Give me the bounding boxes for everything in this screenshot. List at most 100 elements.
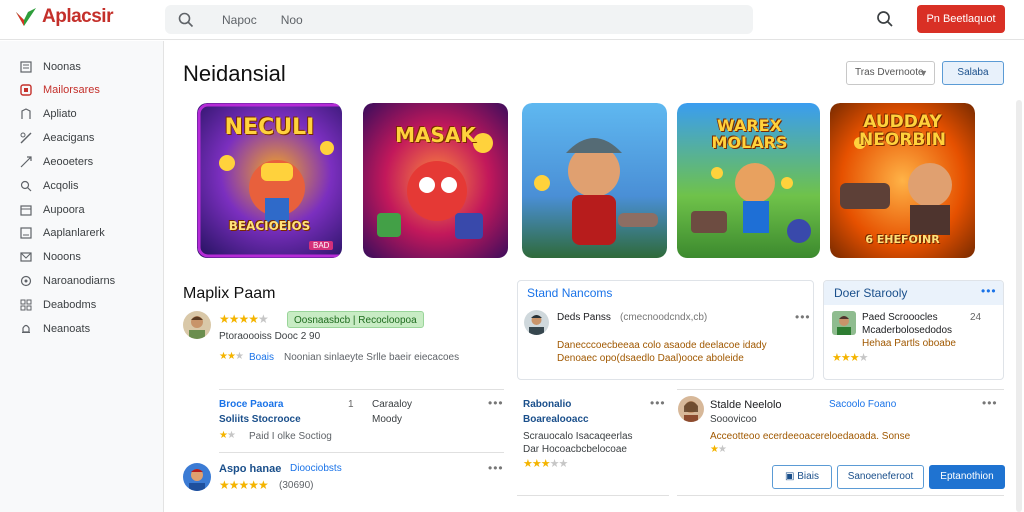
sidebar-item-4[interactable]: Aeooeters: [0, 151, 164, 173]
reviewer-name[interactable]: Aspo hanae: [219, 463, 281, 475]
section-title: Maplix Paam: [183, 285, 276, 302]
search-icon[interactable]: [876, 10, 894, 28]
review-text: Denoaec opo(dsaedlo Daal)ooce aboleide: [557, 353, 744, 364]
review-text: Noonian sinlaeyte Srlle baeir eiecacoes: [284, 352, 460, 363]
more-icon[interactable]: •••: [981, 284, 997, 298]
app-logo[interactable]: Aplacsir: [14, 6, 113, 28]
game-title: AUDDAY NEORBIN: [859, 112, 946, 150]
review-meta: (cmecnoodcndx,cb): [620, 312, 708, 323]
rating-stars: ★★: [219, 430, 236, 441]
game-subtitle: BEACIOEIOS: [228, 219, 311, 233]
sidebar-item-label: Aupoora: [43, 204, 85, 216]
review-text: Hehaa Partls oboabe: [862, 338, 956, 349]
sidebar-item-2[interactable]: Apliato: [0, 103, 164, 125]
review-subtitle: Soliits Stocrooce: [219, 414, 301, 425]
search-bar[interactable]: Napoc Noo: [165, 5, 753, 34]
game-card-3[interactable]: WAREX MOLARS: [677, 103, 822, 258]
sidebar-item-label: Aeooeters: [43, 156, 94, 168]
filter-dropdown[interactable]: Tras Dvernoote ▼: [846, 61, 935, 85]
bookmark-icon: [20, 227, 32, 239]
top-bar: Aplacsir Napoc Noo Pn Beetlaquot: [0, 0, 1024, 40]
sidebar-item-6[interactable]: Aupoora: [0, 199, 164, 221]
page-title: Neidansial: [183, 61, 286, 86]
review-tag[interactable]: Boais: [249, 352, 274, 363]
sidebar-item-3[interactable]: Aeacigans: [0, 127, 164, 149]
apply-button[interactable]: Salaba: [942, 61, 1004, 85]
avatar[interactable]: [832, 311, 856, 335]
avatar[interactable]: [524, 310, 549, 335]
review-col: Caraaloy: [372, 399, 413, 410]
reviewer-tag[interactable]: Dioociobsts: [290, 463, 342, 474]
sidebar-item-5[interactable]: Acqolis: [0, 175, 164, 197]
sidebar-item-label: Aeacigans: [43, 132, 95, 144]
rating-stars: ★★★: [219, 351, 244, 362]
more-icon[interactable]: •••: [650, 396, 666, 410]
rating-stars: ★★★★: [832, 352, 868, 364]
reviewer-name[interactable]: Deds Panss: [557, 312, 611, 323]
status-badge: Oosnaasbcb | Recocloopoa: [287, 311, 424, 328]
review-text: Paid I olke Soctiog: [249, 431, 332, 442]
review-count: (30690): [279, 480, 314, 491]
logo-icon: [16, 8, 36, 26]
review-text: Dar Hocoacbcbelocoae: [523, 444, 627, 455]
avatar[interactable]: [183, 463, 211, 491]
game-title: NECULI: [224, 115, 315, 140]
sidebar-item-label: Mailorsares: [43, 84, 100, 96]
sidebar-item-8[interactable]: Nooons: [0, 246, 164, 268]
game-card-4[interactable]: AUDDAY NEORBIN 6 EHEFOINR: [830, 103, 975, 258]
sidebar-item-1[interactable]: Mailorsares: [0, 79, 164, 101]
avatar[interactable]: [183, 311, 211, 339]
sidebar-item-label: Acqolis: [43, 180, 79, 192]
search-icon: [178, 12, 194, 27]
action-button-2[interactable]: Sanoeneferoot: [837, 465, 924, 489]
mail-icon: [20, 252, 32, 262]
sidebar-item-label: Apliato: [43, 108, 77, 120]
apps-icon: [21, 108, 31, 119]
review-text: Scrauocalo Isacaqeerlas: [523, 431, 633, 442]
bell-icon: [22, 324, 30, 333]
search-placeholder-a[interactable]: Napoc: [222, 13, 257, 27]
game-card-1[interactable]: MASAK: [363, 103, 508, 258]
reviewer-tag[interactable]: Sacoolo Foano: [829, 399, 896, 410]
sidebar-item-11[interactable]: Neanoats: [0, 318, 164, 340]
sidebar-item-0[interactable]: Noonas: [0, 56, 164, 78]
reviewer-name[interactable]: Paed Scrooocles: [862, 312, 938, 323]
grid-icon: [20, 299, 32, 311]
rating-stars: ★★★★★: [219, 312, 269, 326]
sidebar-item-label: Nooons: [43, 251, 81, 263]
action-button-1[interactable]: ▣ Biais: [772, 465, 832, 489]
scrollbar[interactable]: [1016, 100, 1022, 512]
more-icon[interactable]: •••: [795, 310, 811, 324]
filter-value: Tras Dvernoote: [855, 67, 924, 78]
review-subtitle: Sooovicoo: [710, 414, 757, 425]
sidebar-item-10[interactable]: Deabodms: [0, 294, 164, 316]
rating-stars: ★★★★★: [219, 478, 269, 492]
review-meta: Ptoraoooiss Dooc 2 90: [219, 331, 321, 342]
game-card-0[interactable]: NECULI BEACIOEIOS BAD: [197, 103, 342, 258]
review-subtitle: Boarealooacc: [523, 414, 589, 425]
action-button-3[interactable]: Eptanothion: [929, 465, 1005, 489]
review-text: Danecccoecbeeaa colo asaode deelacoe ida…: [557, 340, 767, 351]
more-icon[interactable]: •••: [982, 396, 998, 410]
divider: [677, 389, 1004, 390]
sidebar-item-9[interactable]: Naroanodiarns: [0, 270, 164, 292]
reviewer-name[interactable]: Rabonalio: [523, 399, 571, 410]
more-icon[interactable]: •••: [488, 461, 504, 475]
panel-title: Doer Starooly: [834, 286, 908, 300]
sidebar-item-label: Noonas: [43, 61, 81, 73]
search-placeholder-b[interactable]: Noo: [281, 13, 303, 27]
sidebar-item-label: Deabodms: [43, 299, 97, 311]
review-id: 1: [348, 399, 354, 410]
game-title: MASAK: [395, 123, 476, 147]
sidebar-item-label: Neanoats: [43, 323, 91, 335]
more-icon[interactable]: •••: [488, 396, 504, 410]
cta-button[interactable]: Pn Beetlaquot: [917, 5, 1005, 33]
avatar[interactable]: [678, 396, 704, 422]
sidebar-item-label: Naroanodiarns: [43, 275, 116, 287]
rating-stars: ★★★★★: [523, 458, 568, 470]
reviewer-name[interactable]: Stalde Neelolo: [710, 399, 782, 411]
sidebar-item-7[interactable]: Aaplanlarerk: [0, 222, 164, 244]
game-card-2[interactable]: [522, 103, 667, 258]
game-subtitle: 6 EHEFOINR: [865, 233, 940, 246]
reviewer-name[interactable]: Broce Paoara: [219, 399, 283, 410]
